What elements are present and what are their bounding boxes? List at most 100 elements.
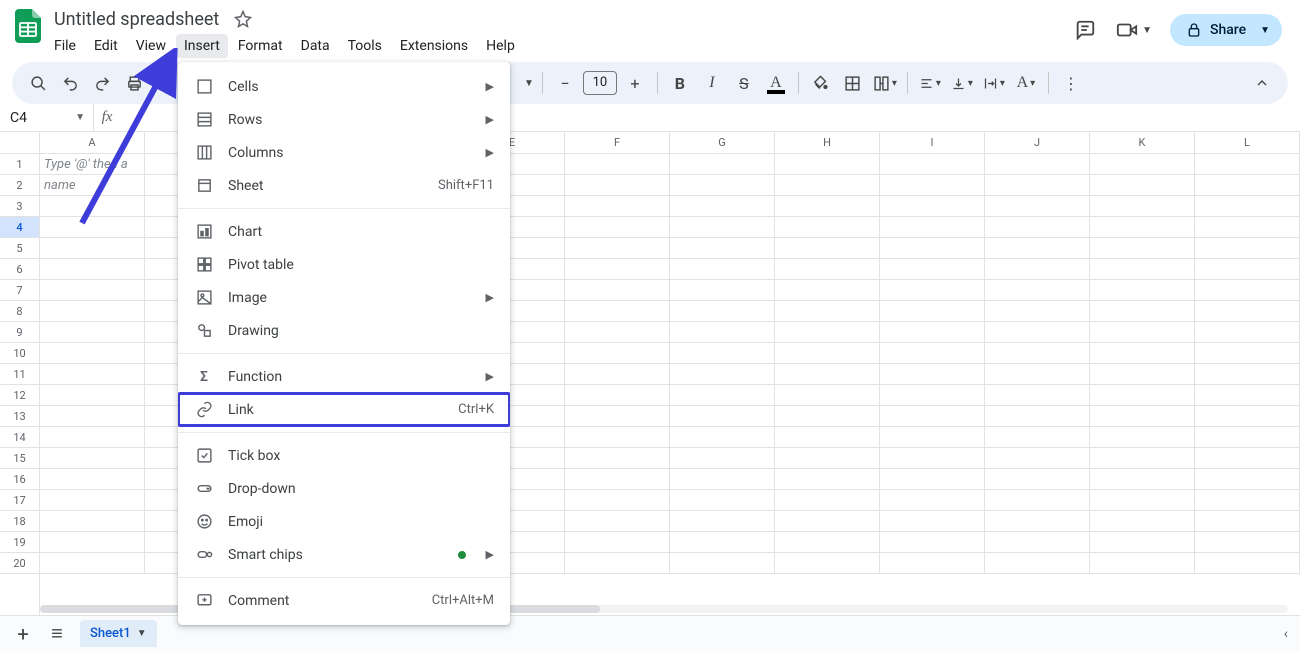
insert-sheet[interactable]: Sheet Shift+F11 xyxy=(178,169,510,202)
cell[interactable] xyxy=(985,553,1090,574)
insert-image[interactable]: Image ▶ xyxy=(178,281,510,314)
row-header[interactable]: 13 xyxy=(0,406,39,427)
cell[interactable] xyxy=(985,448,1090,469)
cell[interactable] xyxy=(880,406,985,427)
cell[interactable] xyxy=(565,406,670,427)
cell[interactable] xyxy=(1195,364,1300,385)
col-header[interactable]: K xyxy=(1090,132,1195,153)
cell[interactable] xyxy=(1090,406,1195,427)
menu-view[interactable]: View xyxy=(128,34,174,58)
menu-extensions[interactable]: Extensions xyxy=(392,34,476,58)
row-header[interactable]: 4 xyxy=(0,217,39,238)
v-align-icon[interactable]: ▾ xyxy=(948,69,976,97)
cell[interactable] xyxy=(775,343,880,364)
cell[interactable] xyxy=(880,343,985,364)
cell[interactable] xyxy=(1195,490,1300,511)
cell[interactable] xyxy=(985,364,1090,385)
insert-cells[interactable]: Cells ▶ xyxy=(178,70,510,103)
cell[interactable] xyxy=(775,238,880,259)
sheet-tab-active[interactable]: Sheet1 ▼ xyxy=(80,620,157,647)
cell[interactable] xyxy=(1090,532,1195,553)
cell[interactable] xyxy=(670,553,775,574)
cell[interactable] xyxy=(985,280,1090,301)
cell[interactable] xyxy=(670,511,775,532)
cell[interactable] xyxy=(565,217,670,238)
cell[interactable] xyxy=(565,490,670,511)
caret-down-icon[interactable]: ▼ xyxy=(524,78,534,89)
cell[interactable] xyxy=(40,448,145,469)
row-header[interactable]: 14 xyxy=(0,427,39,448)
cell[interactable] xyxy=(1090,322,1195,343)
cell[interactable] xyxy=(1195,427,1300,448)
cell[interactable] xyxy=(565,511,670,532)
cell[interactable] xyxy=(1195,301,1300,322)
cell[interactable] xyxy=(565,259,670,280)
cell[interactable] xyxy=(880,490,985,511)
cell[interactable] xyxy=(1195,154,1300,175)
cell[interactable] xyxy=(1090,427,1195,448)
cell[interactable] xyxy=(565,343,670,364)
cell[interactable] xyxy=(775,217,880,238)
cell[interactable] xyxy=(1195,259,1300,280)
cell[interactable] xyxy=(880,532,985,553)
caret-down-icon[interactable]: ▼ xyxy=(1254,25,1270,36)
cell[interactable] xyxy=(985,196,1090,217)
print-icon[interactable] xyxy=(120,69,148,97)
redo-icon[interactable] xyxy=(88,69,116,97)
insert-comment[interactable]: Comment Ctrl+Alt+M xyxy=(178,584,510,617)
cell[interactable] xyxy=(985,406,1090,427)
cell[interactable] xyxy=(985,385,1090,406)
menu-file[interactable]: File xyxy=(46,34,84,58)
cell[interactable] xyxy=(565,196,670,217)
col-header[interactable]: F xyxy=(565,132,670,153)
menu-help[interactable]: Help xyxy=(478,34,523,58)
cell[interactable] xyxy=(1195,343,1300,364)
cell[interactable] xyxy=(1090,154,1195,175)
cell[interactable] xyxy=(670,259,775,280)
increase-font-icon[interactable]: + xyxy=(621,69,649,97)
col-header[interactable]: I xyxy=(880,132,985,153)
text-wrap-icon[interactable]: ▾ xyxy=(980,69,1008,97)
row-header[interactable]: 8 xyxy=(0,301,39,322)
cell[interactable] xyxy=(40,196,145,217)
cell[interactable] xyxy=(985,343,1090,364)
cell[interactable] xyxy=(775,322,880,343)
cell[interactable] xyxy=(880,175,985,196)
cell[interactable] xyxy=(775,469,880,490)
cell[interactable] xyxy=(1090,301,1195,322)
cell[interactable] xyxy=(775,511,880,532)
cell[interactable] xyxy=(670,322,775,343)
cell[interactable] xyxy=(565,322,670,343)
cell[interactable] xyxy=(985,259,1090,280)
cell[interactable] xyxy=(565,469,670,490)
undo-icon[interactable] xyxy=(56,69,84,97)
paint-format-icon[interactable] xyxy=(152,69,180,97)
cell[interactable] xyxy=(880,448,985,469)
italic-icon[interactable]: I xyxy=(698,69,726,97)
strikethrough-icon[interactable]: S xyxy=(730,69,758,97)
all-sheets-button[interactable]: ≡ xyxy=(46,621,68,646)
insert-tickbox[interactable]: Tick box xyxy=(178,439,510,472)
cell[interactable] xyxy=(1195,448,1300,469)
row-header[interactable]: 1 xyxy=(0,154,39,175)
cell[interactable] xyxy=(40,301,145,322)
cell[interactable] xyxy=(1090,280,1195,301)
cell[interactable] xyxy=(565,427,670,448)
cell[interactable] xyxy=(880,469,985,490)
decrease-font-icon[interactable]: − xyxy=(551,69,579,97)
menu-format[interactable]: Format xyxy=(230,34,291,58)
cell[interactable] xyxy=(775,280,880,301)
cell[interactable] xyxy=(880,217,985,238)
cell[interactable] xyxy=(1090,364,1195,385)
insert-chart[interactable]: Chart xyxy=(178,215,510,248)
cell[interactable] xyxy=(985,175,1090,196)
cell[interactable] xyxy=(1195,385,1300,406)
cell[interactable] xyxy=(40,259,145,280)
cell[interactable] xyxy=(1195,532,1300,553)
cell[interactable] xyxy=(565,385,670,406)
row-header[interactable]: 3 xyxy=(0,196,39,217)
cell[interactable] xyxy=(670,196,775,217)
star-icon[interactable] xyxy=(233,9,253,29)
col-header[interactable]: H xyxy=(775,132,880,153)
cell[interactable] xyxy=(880,238,985,259)
